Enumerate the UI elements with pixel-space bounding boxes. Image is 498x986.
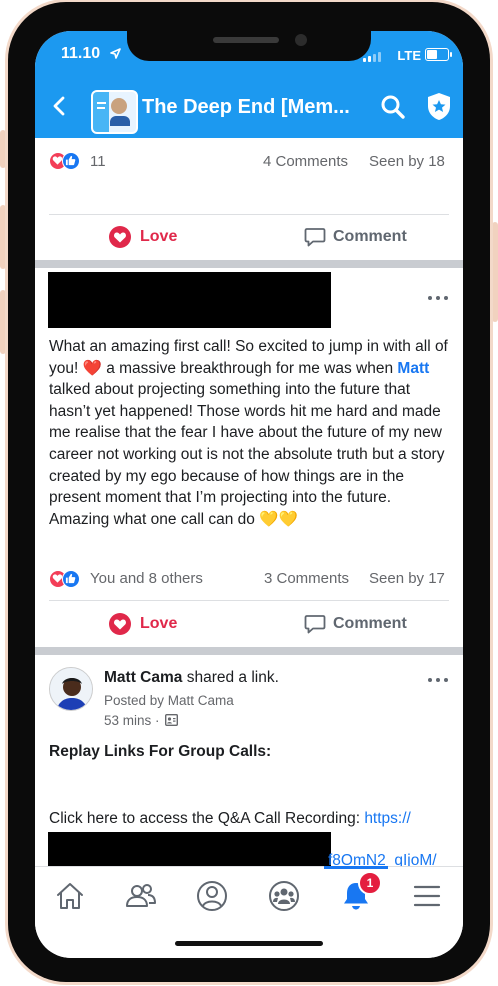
post-text-part: talked about projecting something into t… <box>49 381 445 528</box>
like-reaction-icon <box>65 573 76 584</box>
redacted-link <box>48 832 331 866</box>
home-indicator[interactable] <box>175 941 323 946</box>
comment-button[interactable]: Comment <box>304 225 444 249</box>
group-feed[interactable]: 11 4 Comments Seen by 18 Love Comment Wh… <box>35 138 463 866</box>
status-time: 11.10 <box>61 45 101 62</box>
communities-tab-icon[interactable] <box>267 879 301 913</box>
mention-link[interactable]: Matt <box>397 360 429 377</box>
location-arrow-icon <box>110 48 121 59</box>
group-logo[interactable] <box>91 90 138 134</box>
group-members-icon <box>165 713 179 727</box>
post-body: What an amazing first call! So excited t… <box>49 336 449 530</box>
love-icon <box>109 226 131 248</box>
like-reaction-icon <box>65 155 76 166</box>
posted-by: Posted by Matt Cama <box>104 693 234 708</box>
comment-label: Comment <box>333 615 407 632</box>
recording-link[interactable]: https:// <box>364 810 411 827</box>
recording-link-end[interactable]: f8OmN2_qIjoM/ <box>328 850 458 866</box>
redacted-author <box>48 272 331 328</box>
post-text-part: What an amazing first call! So excited t… <box>49 338 448 377</box>
signal-icon <box>363 51 385 62</box>
post-action: shared a link. <box>186 669 279 686</box>
love-icon <box>109 613 131 635</box>
post-options-button[interactable] <box>427 678 449 684</box>
group-title[interactable]: The Deep End [Mem... <box>142 96 350 119</box>
admin-shield-icon[interactable] <box>426 92 452 121</box>
post-heading: Replay Links For Group Calls: <box>49 743 272 760</box>
seen-count[interactable]: Seen by 17 <box>369 570 445 587</box>
phone-screen: 11.10 LTE The Deep End [Mem... 11 4 Comm… <box>35 31 463 958</box>
battery-icon <box>425 48 452 61</box>
comment-count[interactable]: 3 Comments <box>264 570 349 587</box>
comment-count[interactable]: 4 Comments <box>263 153 348 170</box>
seen-count[interactable]: Seen by 18 <box>369 153 445 170</box>
network-label: LTE <box>397 48 421 63</box>
author-name[interactable]: Matt Cama <box>104 669 182 686</box>
home-tab-icon[interactable] <box>53 879 87 913</box>
post-options-button[interactable] <box>427 296 449 302</box>
notification-badge: 1 <box>358 871 382 895</box>
comment-icon <box>304 615 326 634</box>
comment-label: Comment <box>333 228 407 245</box>
post-time-row: 53 mins · <box>104 713 179 728</box>
author-avatar[interactable] <box>49 667 93 711</box>
reaction-icons[interactable] <box>49 570 95 588</box>
love-button[interactable]: Love <box>108 225 218 249</box>
reactors-text[interactable]: You and 8 others <box>90 570 203 587</box>
love-label: Love <box>140 228 178 245</box>
groups-tab-icon[interactable] <box>124 879 158 913</box>
reaction-count[interactable]: 11 <box>90 153 106 170</box>
post-divider <box>35 647 463 655</box>
link-intro: Click here to access the Q&A Call Record… <box>49 810 365 827</box>
love-button[interactable]: Love <box>108 612 218 636</box>
avatar-image <box>50 668 92 710</box>
phone-notch <box>127 31 371 61</box>
love-label: Love <box>140 615 178 632</box>
search-icon[interactable] <box>380 94 406 120</box>
profile-tab-icon[interactable] <box>195 879 229 913</box>
post-time: 53 mins · <box>104 713 160 728</box>
active-tab-indicator <box>324 866 388 869</box>
menu-tab-icon[interactable] <box>410 879 444 913</box>
post-link-text: Click here to access the Q&A Call Record… <box>49 808 449 830</box>
back-arrow-icon[interactable] <box>49 95 71 117</box>
post-author-line: Matt Cama shared a link. <box>104 669 279 687</box>
comment-button[interactable]: Comment <box>304 612 444 636</box>
post-divider <box>35 260 463 268</box>
reaction-icons[interactable] <box>49 152 95 170</box>
comment-icon <box>304 228 326 247</box>
